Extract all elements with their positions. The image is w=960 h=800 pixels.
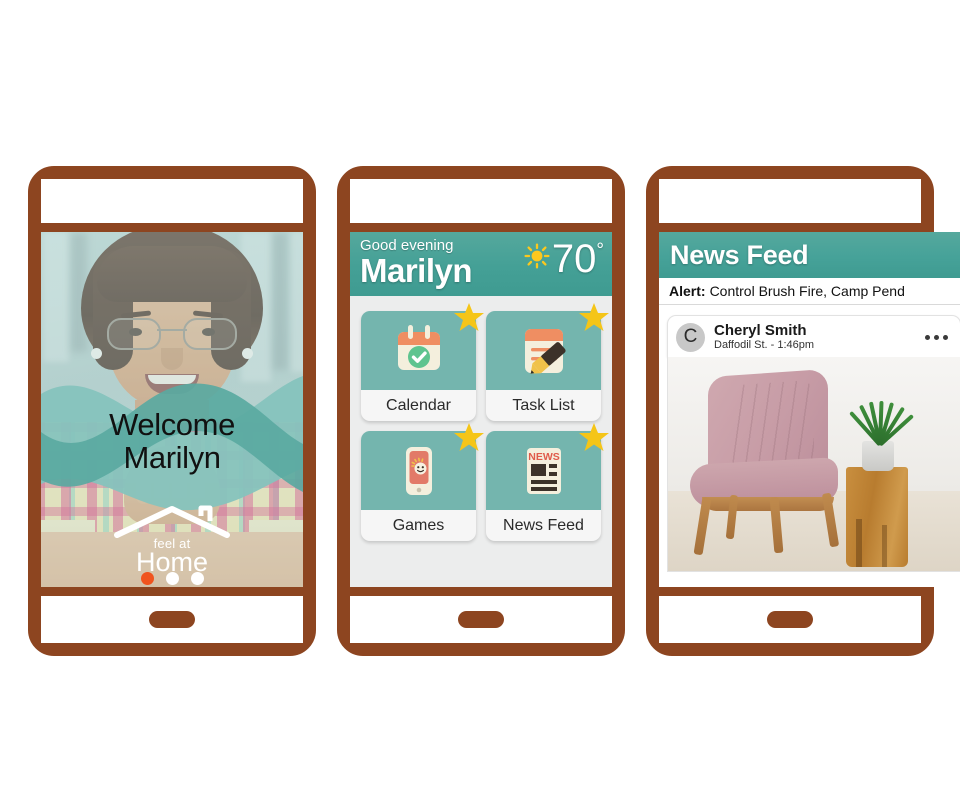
- post-meta: Daffodil St. - 1:46pm: [714, 339, 815, 351]
- star-icon: [579, 303, 609, 331]
- phone-bottom-bezel: [350, 587, 612, 643]
- more-options-icon[interactable]: [925, 334, 952, 340]
- temperature-value: 70: [551, 237, 597, 281]
- feed-list: C Cheryl Smith Daffodil St. - 1:46pm: [659, 305, 960, 572]
- alert-label: Alert:: [669, 283, 706, 299]
- alert-text: Control Brush Fire, Camp Pend: [709, 283, 905, 299]
- app-tile-task-list[interactable]: Task List: [486, 303, 609, 421]
- star-icon: [454, 303, 484, 331]
- app-tile-news-feed[interactable]: NEWS News Feed: [486, 423, 609, 541]
- carousel-dot-3[interactable]: [190, 572, 204, 585]
- potted-plant: [849, 397, 915, 447]
- degree-symbol: °: [596, 240, 604, 261]
- carousel-dot-1[interactable]: [140, 572, 154, 585]
- armchair-apron: [702, 497, 834, 511]
- feed-post: C Cheryl Smith Daffodil St. - 1:46pm: [667, 315, 960, 572]
- weather-widget[interactable]: 70 °: [523, 238, 604, 280]
- post-header: C Cheryl Smith Daffodil St. - 1:46pm: [667, 315, 960, 357]
- home-screen: Good evening Marilyn 70 ° Calendar Task …: [350, 232, 612, 587]
- news-feed-content: News Feed Alert: Control Brush Fire, Cam…: [659, 232, 960, 587]
- alert-banner[interactable]: Alert: Control Brush Fire, Camp Pend: [659, 278, 960, 305]
- tile-label-calendar: Calendar: [386, 396, 451, 414]
- welcome-screen: Welcome Marilyn feel at Home: [41, 232, 303, 587]
- svg-text:NEWS: NEWS: [528, 451, 560, 463]
- tile-label-games: Games: [392, 516, 445, 534]
- welcome-line-1: Welcome: [109, 407, 235, 442]
- tile-label-news-feed: News Feed: [503, 516, 584, 534]
- feel-at-home-logo: feel at Home: [41, 504, 303, 576]
- screenshot-canvas: Welcome Marilyn feel at Home Good evenin…: [0, 0, 960, 800]
- home-button[interactable]: [458, 611, 504, 628]
- home-header: Good evening Marilyn 70 °: [350, 232, 612, 296]
- wooden-side-table: [846, 467, 908, 567]
- phone-welcome: Welcome Marilyn feel at Home: [28, 166, 316, 656]
- news-feed-screen: News Feed Alert: Control Brush Fire, Cam…: [659, 232, 960, 587]
- news-feed-header: News Feed: [659, 232, 960, 278]
- welcome-heading: Welcome Marilyn: [41, 408, 303, 474]
- phone-home: Good evening Marilyn 70 ° Calendar Task …: [337, 166, 625, 656]
- app-tile-games[interactable]: Games: [361, 423, 484, 541]
- post-image[interactable]: [667, 357, 960, 572]
- home-button[interactable]: [767, 611, 813, 628]
- tile-label-task-list: Task List: [512, 396, 575, 414]
- phone-bottom-bezel: [659, 587, 921, 643]
- calendar-icon: [397, 324, 440, 370]
- star-icon: [454, 423, 484, 451]
- carousel-dots[interactable]: [41, 572, 303, 585]
- carousel-dot-2[interactable]: [165, 572, 179, 585]
- app-tile-calendar[interactable]: Calendar: [361, 303, 484, 421]
- post-author-block: Cheryl Smith Daffodil St. - 1:46pm: [714, 322, 814, 352]
- phone-top-bezel: [659, 179, 921, 232]
- newspaper-icon: NEWS: [526, 447, 561, 494]
- phone-top-bezel: [350, 179, 612, 232]
- sun-icon: [524, 243, 550, 269]
- house-roof-icon: [114, 505, 230, 538]
- phone-news: News Feed Alert: Control Brush Fire, Cam…: [646, 166, 960, 656]
- notepad-pencil-icon: [524, 328, 566, 374]
- home-button[interactable]: [149, 611, 195, 628]
- star-icon: [579, 423, 609, 451]
- phone-top-bezel: [41, 179, 303, 232]
- avatar: C: [676, 322, 705, 352]
- welcome-line-2: Marilyn: [123, 440, 221, 475]
- app-grid-area: Calendar Task List Games NEWS News Feed: [350, 296, 612, 587]
- page-title: News Feed: [670, 239, 809, 270]
- app-tile-grid: Calendar Task List Games NEWS News Feed: [361, 303, 609, 541]
- phone-bottom-bezel: [41, 587, 303, 643]
- game-phone-icon: [405, 446, 432, 495]
- post-author-name[interactable]: Cheryl Smith: [714, 322, 814, 339]
